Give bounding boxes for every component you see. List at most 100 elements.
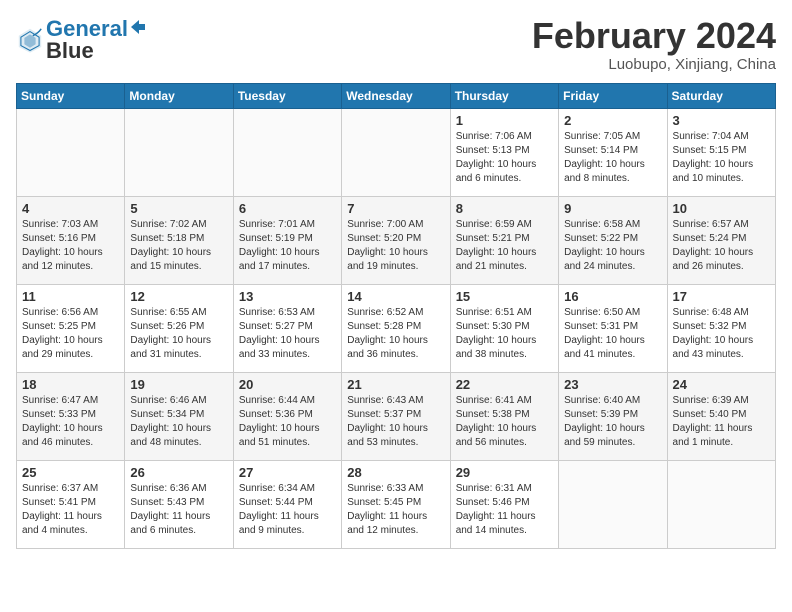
day-info: Sunrise: 7:00 AM Sunset: 5:20 PM Dayligh… (347, 218, 444, 274)
calendar-cell: 28Sunrise: 6:33 AM Sunset: 5:45 PM Dayli… (342, 460, 450, 548)
day-number: 8 (456, 201, 553, 216)
day-number: 4 (22, 201, 119, 216)
day-info: Sunrise: 7:06 AM Sunset: 5:13 PM Dayligh… (456, 130, 553, 186)
calendar-cell: 27 Sunrise: 6:34 AM Sunset: 5:44 PM Dayli… (233, 460, 341, 548)
day-number: 16 (564, 289, 661, 304)
day-number: 15 (456, 289, 553, 304)
calendar-cell: 1 Sunrise: 7:06 AM Sunset: 5:13 PM Daylig… (450, 108, 558, 196)
calendar-cell: 29Sunrise: 6:31 AM Sunset: 5:46 PM Dayli… (450, 460, 558, 548)
day-info: Sunrise: 6:44 AM Sunset: 5:36 PM Dayligh… (239, 394, 336, 450)
day-number: 25 (22, 465, 119, 480)
calendar-cell: 4 Sunrise: 7:03 AM Sunset: 5:16 PM Daylig… (17, 196, 125, 284)
calendar-cell: 21Sunrise: 6:43 AM Sunset: 5:37 PM Dayli… (342, 372, 450, 460)
day-info: Sunrise: 6:34 AM Sunset: 5:44 PM Dayligh… (239, 482, 336, 538)
calendar-table: SundayMondayTuesdayWednesdayThursdayFrid… (16, 83, 776, 549)
calendar-cell: 7 Sunrise: 7:00 AM Sunset: 5:20 PM Daylig… (342, 196, 450, 284)
calendar-cell: 22Sunrise: 6:41 AM Sunset: 5:38 PM Dayli… (450, 372, 558, 460)
calendar-cell: 11 Sunrise: 6:56 AM Sunset: 5:25 PM Dayli… (17, 284, 125, 372)
calendar-cell (342, 108, 450, 196)
day-info: Sunrise: 6:37 AM Sunset: 5:41 PM Dayligh… (22, 482, 119, 538)
day-number: 22 (456, 377, 553, 392)
calendar-cell: 8 Sunrise: 6:59 AM Sunset: 5:21 PM Daylig… (450, 196, 558, 284)
day-info: Sunrise: 7:04 AM Sunset: 5:15 PM Dayligh… (673, 130, 770, 186)
day-info: Sunrise: 6:58 AM Sunset: 5:22 PM Dayligh… (564, 218, 661, 274)
day-number: 17 (673, 289, 770, 304)
day-number: 18 (22, 377, 119, 392)
calendar-cell: 15Sunrise: 6:51 AM Sunset: 5:30 PM Dayli… (450, 284, 558, 372)
week-row-5: 25 Sunrise: 6:37 AM Sunset: 5:41 PM Dayli… (17, 460, 776, 548)
title-block: February 2024 Luobupo, Xinjiang, China (532, 16, 776, 73)
day-number: 2 (564, 113, 661, 128)
day-info: Sunrise: 7:02 AM Sunset: 5:18 PM Dayligh… (130, 218, 227, 274)
calendar-cell (667, 460, 775, 548)
day-info: Sunrise: 6:33 AM Sunset: 5:45 PM Dayligh… (347, 482, 444, 538)
day-number: 14 (347, 289, 444, 304)
day-number: 1 (456, 113, 553, 128)
calendar-cell: 14 Sunrise: 6:52 AM Sunset: 5:28 PM Dayli… (342, 284, 450, 372)
week-row-4: 18Sunrise: 6:47 AM Sunset: 5:33 PM Dayli… (17, 372, 776, 460)
calendar-cell: 26 Sunrise: 6:36 AM Sunset: 5:43 PM Dayli… (125, 460, 233, 548)
calendar-cell (233, 108, 341, 196)
day-info: Sunrise: 6:36 AM Sunset: 5:43 PM Dayligh… (130, 482, 227, 538)
day-number: 24 (673, 377, 770, 392)
day-info: Sunrise: 6:55 AM Sunset: 5:26 PM Dayligh… (130, 306, 227, 362)
calendar-header: SundayMondayTuesdayWednesdayThursdayFrid… (17, 83, 776, 108)
day-info: Sunrise: 7:03 AM Sunset: 5:16 PM Dayligh… (22, 218, 119, 274)
day-number: 27 (239, 465, 336, 480)
calendar-cell: 24 Sunrise: 6:39 AM Sunset: 5:40 PM Dayli… (667, 372, 775, 460)
day-number: 10 (673, 201, 770, 216)
logo-icon (16, 26, 44, 54)
header-day-monday: Monday (125, 83, 233, 108)
header-day-thursday: Thursday (450, 83, 558, 108)
day-number: 26 (130, 465, 227, 480)
header-day-tuesday: Tuesday (233, 83, 341, 108)
calendar-cell: 12Sunrise: 6:55 AM Sunset: 5:26 PM Dayli… (125, 284, 233, 372)
calendar-cell: 16 Sunrise: 6:50 AM Sunset: 5:31 PM Dayli… (559, 284, 667, 372)
calendar-body: 1 Sunrise: 7:06 AM Sunset: 5:13 PM Daylig… (17, 108, 776, 548)
day-number: 20 (239, 377, 336, 392)
day-number: 29 (456, 465, 553, 480)
header-row: SundayMondayTuesdayWednesdayThursdayFrid… (17, 83, 776, 108)
day-number: 5 (130, 201, 227, 216)
week-row-2: 4 Sunrise: 7:03 AM Sunset: 5:16 PM Daylig… (17, 196, 776, 284)
month-title: February 2024 (532, 16, 776, 56)
page-header: General Blue February 2024 Luobupo, Xinj… (16, 16, 776, 73)
calendar-cell: 13 Sunrise: 6:53 AM Sunset: 5:27 PM Dayli… (233, 284, 341, 372)
day-info: Sunrise: 6:57 AM Sunset: 5:24 PM Dayligh… (673, 218, 770, 274)
calendar-cell: 10 Sunrise: 6:57 AM Sunset: 5:24 PM Dayli… (667, 196, 775, 284)
day-info: Sunrise: 6:52 AM Sunset: 5:28 PM Dayligh… (347, 306, 444, 362)
day-info: Sunrise: 6:48 AM Sunset: 5:32 PM Dayligh… (673, 306, 770, 362)
calendar-cell: 2 Sunrise: 7:05 AM Sunset: 5:14 PM Daylig… (559, 108, 667, 196)
calendar-cell (125, 108, 233, 196)
day-number: 7 (347, 201, 444, 216)
week-row-1: 1 Sunrise: 7:06 AM Sunset: 5:13 PM Daylig… (17, 108, 776, 196)
calendar-cell: 19Sunrise: 6:46 AM Sunset: 5:34 PM Dayli… (125, 372, 233, 460)
day-number: 13 (239, 289, 336, 304)
day-info: Sunrise: 6:39 AM Sunset: 5:40 PM Dayligh… (673, 394, 770, 450)
calendar-cell: 20 Sunrise: 6:44 AM Sunset: 5:36 PM Dayli… (233, 372, 341, 460)
calendar-cell: 23Sunrise: 6:40 AM Sunset: 5:39 PM Dayli… (559, 372, 667, 460)
header-day-friday: Friday (559, 83, 667, 108)
day-number: 6 (239, 201, 336, 216)
day-info: Sunrise: 6:56 AM Sunset: 5:25 PM Dayligh… (22, 306, 119, 362)
header-day-wednesday: Wednesday (342, 83, 450, 108)
day-number: 11 (22, 289, 119, 304)
day-info: Sunrise: 7:01 AM Sunset: 5:19 PM Dayligh… (239, 218, 336, 274)
day-info: Sunrise: 6:50 AM Sunset: 5:31 PM Dayligh… (564, 306, 661, 362)
week-row-3: 11 Sunrise: 6:56 AM Sunset: 5:25 PM Dayli… (17, 284, 776, 372)
calendar-cell (559, 460, 667, 548)
day-info: Sunrise: 6:53 AM Sunset: 5:27 PM Dayligh… (239, 306, 336, 362)
day-info: Sunrise: 6:46 AM Sunset: 5:34 PM Dayligh… (130, 394, 227, 450)
calendar-cell: 9 Sunrise: 6:58 AM Sunset: 5:22 PM Daylig… (559, 196, 667, 284)
logo-arrow (129, 18, 147, 36)
logo: General Blue (16, 16, 148, 64)
day-number: 23 (564, 377, 661, 392)
calendar-cell: 6 Sunrise: 7:01 AM Sunset: 5:19 PM Daylig… (233, 196, 341, 284)
day-number: 21 (347, 377, 444, 392)
day-info: Sunrise: 6:59 AM Sunset: 5:21 PM Dayligh… (456, 218, 553, 274)
calendar-cell: 3Sunrise: 7:04 AM Sunset: 5:15 PM Daylig… (667, 108, 775, 196)
calendar-cell: 17 Sunrise: 6:48 AM Sunset: 5:32 PM Dayli… (667, 284, 775, 372)
header-day-sunday: Sunday (17, 83, 125, 108)
day-info: Sunrise: 7:05 AM Sunset: 5:14 PM Dayligh… (564, 130, 661, 186)
day-number: 9 (564, 201, 661, 216)
